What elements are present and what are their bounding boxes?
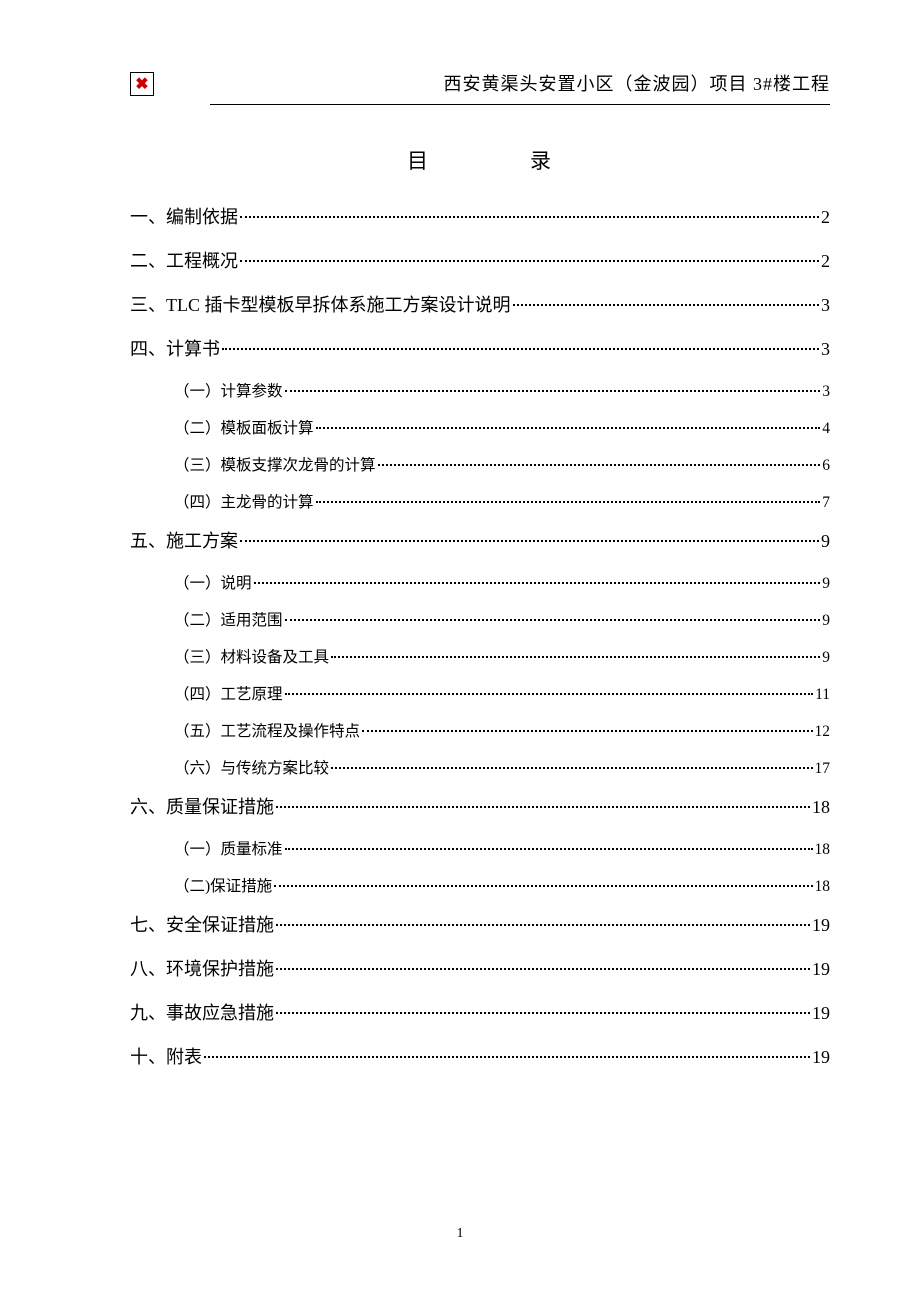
toc-entry-text: （一）质量标准 xyxy=(174,837,283,859)
toc-entry-text: 七、安全保证措施 xyxy=(130,911,274,937)
toc-entry: 五、施工方案 9 xyxy=(130,527,830,553)
toc-entry: 九、事故应急措施 19 xyxy=(130,999,830,1025)
toc-leader-dots xyxy=(316,501,821,503)
toc-entry: （六）与传统方案比较 17 xyxy=(174,756,830,778)
toc-entry-text: （三）模板支撑次龙骨的计算 xyxy=(174,453,376,475)
toc-entry-text: 八、环境保护措施 xyxy=(130,955,274,981)
toc-leader-dots xyxy=(285,848,813,850)
toc-entry: （五）工艺流程及操作特点 12 xyxy=(174,719,830,741)
toc-entry-page: 19 xyxy=(812,915,830,936)
toc-entry-page: 12 xyxy=(815,723,831,741)
toc-entry-text: （五）工艺流程及操作特点 xyxy=(174,719,360,741)
toc-entry-text: （四）主龙骨的计算 xyxy=(174,490,314,512)
table-of-contents: 一、编制依据2二、工程概况2三、TLC 插卡型模板早拆体系施工方案设计说明3四、… xyxy=(130,203,830,1069)
toc-leader-dots xyxy=(254,582,821,584)
toc-leader-dots xyxy=(204,1056,810,1058)
toc-entry: （三）模板支撑次龙骨的计算 6 xyxy=(174,453,830,475)
toc-entry: （二)保证措施 18 xyxy=(174,874,830,896)
broken-image-icon: ✖ xyxy=(135,74,148,94)
toc-entry-page: 2 xyxy=(821,207,830,228)
toc-entry-text: （三）材料设备及工具 xyxy=(174,645,329,667)
header-title: 西安黄渠头安置小区（金波园）项目 3#楼工程 xyxy=(444,70,831,96)
toc-entry-text: 三、TLC 插卡型模板早拆体系施工方案设计说明 xyxy=(130,291,511,317)
toc-entry-text: （六）与传统方案比较 xyxy=(174,756,329,778)
toc-leader-dots xyxy=(240,540,819,542)
toc-entry: 二、工程概况 2 xyxy=(130,247,830,273)
toc-entry-page: 3 xyxy=(821,339,830,360)
toc-leader-dots xyxy=(285,619,821,621)
toc-entry-page: 9 xyxy=(821,531,830,552)
toc-leader-dots xyxy=(285,693,814,695)
toc-entry-page: 9 xyxy=(822,612,830,630)
toc-entry-page: 6 xyxy=(822,457,830,475)
toc-entry: 八、环境保护措施 19 xyxy=(130,955,830,981)
toc-leader-dots xyxy=(378,464,821,466)
toc-leader-dots xyxy=(331,767,812,769)
toc-leader-dots xyxy=(276,1012,810,1014)
toc-entry-page: 18 xyxy=(815,841,831,859)
toc-entry-text: 五、施工方案 xyxy=(130,527,238,553)
toc-entry-page: 18 xyxy=(812,797,830,818)
toc-entry-text: （二)保证措施 xyxy=(174,874,272,896)
toc-entry-page: 17 xyxy=(815,760,831,778)
toc-entry-page: 3 xyxy=(822,383,830,401)
toc-entry-text: （二）模板面板计算 xyxy=(174,416,314,438)
toc-entry: （四）主龙骨的计算 7 xyxy=(174,490,830,512)
toc-entry-text: 九、事故应急措施 xyxy=(130,999,274,1025)
toc-entry-text: （四）工艺原理 xyxy=(174,682,283,704)
toc-leader-dots xyxy=(276,968,810,970)
toc-entry: 一、编制依据 2 xyxy=(130,203,830,229)
toc-entry-text: 一、编制依据 xyxy=(130,203,238,229)
document-header: ✖ 西安黄渠头安置小区（金波园）项目 3#楼工程 xyxy=(130,70,830,96)
toc-entry-text: （一）计算参数 xyxy=(174,379,283,401)
toc-entry: （一）说明 9 xyxy=(174,571,830,593)
toc-entry-page: 7 xyxy=(822,494,830,512)
toc-entry-page: 9 xyxy=(822,575,830,593)
toc-entry: （二）模板面板计算 4 xyxy=(174,416,830,438)
toc-entry-text: 四、计算书 xyxy=(130,335,220,361)
toc-entry-text: 十、附表 xyxy=(130,1043,202,1069)
toc-entry: （一）质量标准 18 xyxy=(174,837,830,859)
toc-entry-page: 4 xyxy=(822,420,830,438)
toc-leader-dots xyxy=(331,656,820,658)
toc-leader-dots xyxy=(240,260,819,262)
toc-entry-page: 18 xyxy=(815,878,831,896)
toc-leader-dots xyxy=(513,304,820,306)
toc-leader-dots xyxy=(316,427,821,429)
toc-entry-text: （二）适用范围 xyxy=(174,608,283,630)
toc-entry: （四）工艺原理 11 xyxy=(174,682,830,704)
toc-leader-dots xyxy=(276,806,810,808)
toc-leader-dots xyxy=(274,885,812,887)
toc-entry: 四、计算书 3 xyxy=(130,335,830,361)
toc-entry: 十、附表 19 xyxy=(130,1043,830,1069)
toc-entry: （一）计算参数 3 xyxy=(174,379,830,401)
toc-entry-page: 19 xyxy=(812,1047,830,1068)
toc-entry-text: （一）说明 xyxy=(174,571,252,593)
toc-entry: 六、质量保证措施 18 xyxy=(130,793,830,819)
toc-entry-page: 3 xyxy=(821,295,830,316)
toc-entry-text: 六、质量保证措施 xyxy=(130,793,274,819)
toc-entry: 三、TLC 插卡型模板早拆体系施工方案设计说明 3 xyxy=(130,291,830,317)
toc-entry: 七、安全保证措施 19 xyxy=(130,911,830,937)
toc-heading: 目录 xyxy=(130,145,830,175)
toc-entry-page: 9 xyxy=(822,649,830,667)
toc-entry-page: 19 xyxy=(812,959,830,980)
toc-leader-dots xyxy=(285,390,821,392)
toc-entry-page: 19 xyxy=(812,1003,830,1024)
toc-entry: （二）适用范围 9 xyxy=(174,608,830,630)
toc-leader-dots xyxy=(276,924,810,926)
header-divider xyxy=(210,104,830,105)
toc-leader-dots xyxy=(240,216,819,218)
toc-heading-left: 目 xyxy=(407,149,430,173)
toc-leader-dots xyxy=(222,348,819,350)
toc-entry-page: 11 xyxy=(815,686,830,704)
toc-leader-dots xyxy=(362,730,812,732)
toc-entry-text: 二、工程概况 xyxy=(130,247,238,273)
page-number: 1 xyxy=(0,1226,920,1242)
toc-entry-page: 2 xyxy=(821,251,830,272)
toc-heading-right: 录 xyxy=(530,149,553,173)
logo-box: ✖ xyxy=(130,72,154,96)
toc-entry: （三）材料设备及工具 9 xyxy=(174,645,830,667)
